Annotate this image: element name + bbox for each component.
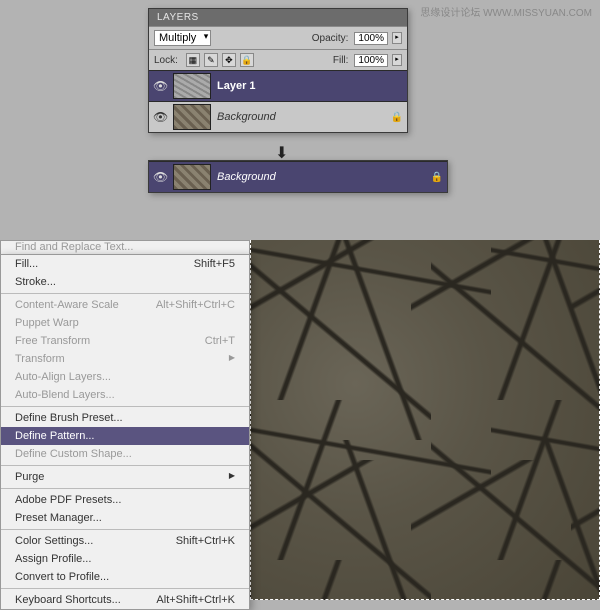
menu-item-label: Adobe PDF Presets... <box>15 494 121 506</box>
menu-item-label: Keyboard Shortcuts... <box>15 594 121 606</box>
lock-indicator-icon: 🔒 <box>391 112 403 123</box>
visibility-icon[interactable]: 👁 <box>153 110 167 124</box>
blend-mode-select[interactable]: Multiply <box>154 30 211 46</box>
menu-item-label: Define Brush Preset... <box>15 412 123 424</box>
visibility-icon[interactable]: 👁 <box>153 170 167 184</box>
menu-item-shortcut: Shift+Ctrl+K <box>176 535 235 547</box>
menu-item-label: Define Pattern... <box>15 430 95 442</box>
fill-value[interactable]: 100% <box>354 54 388 67</box>
menu-separator <box>1 293 249 294</box>
menu-item-color-settings[interactable]: Color Settings... Shift+Ctrl+K <box>1 532 249 550</box>
menu-item-define-custom-shape: Define Custom Shape... <box>1 445 249 463</box>
layer-name[interactable]: Background <box>217 171 276 183</box>
lock-transparent-icon[interactable]: ▦ <box>186 53 200 67</box>
menu-item-preset-manager[interactable]: Preset Manager... <box>1 509 249 527</box>
blend-mode-row: Multiply Opacity: 100% ▸ <box>149 26 407 49</box>
texture-preview <box>250 240 600 600</box>
menu-item-label: Define Custom Shape... <box>15 448 132 460</box>
menu-item-shortcut: Alt+Shift+Ctrl+K <box>156 594 235 606</box>
menu-item-define-brush-preset[interactable]: Define Brush Preset... <box>1 409 249 427</box>
menu-item-transform: Transform ▶ <box>1 350 249 368</box>
opacity-label: Opacity: <box>312 33 349 44</box>
menu-item-label: Fill... <box>15 258 38 270</box>
menu-item-label: Free Transform <box>15 335 90 347</box>
menu-item-label: Auto-Align Layers... <box>15 371 111 383</box>
lock-all-icon[interactable]: 🔒 <box>240 53 254 67</box>
menu-item-label: Purge <box>15 471 44 483</box>
menu-item-puppet-warp: Puppet Warp <box>1 314 249 332</box>
menu-item-label: Stroke... <box>15 276 56 288</box>
lock-row: Lock: ▦ ✎ ✥ 🔒 Fill: 100% ▸ <box>149 49 407 70</box>
menu-separator <box>1 529 249 530</box>
lock-indicator-icon: 🔒 <box>431 172 443 183</box>
menu-separator <box>1 588 249 589</box>
fill-label: Fill: <box>333 55 349 66</box>
menu-item-free-transform: Free Transform Ctrl+T <box>1 332 249 350</box>
menu-item-label: Convert to Profile... <box>15 571 109 583</box>
menu-item-stroke[interactable]: Stroke... <box>1 273 249 291</box>
opacity-value[interactable]: 100% <box>354 32 388 45</box>
layer-row-background[interactable]: 👁 Background 🔒 <box>149 101 407 132</box>
menu-item-adobe-pdf-presets[interactable]: Adobe PDF Presets... <box>1 491 249 509</box>
menu-separator <box>1 406 249 407</box>
layers-tab[interactable]: LAYERS <box>149 9 207 26</box>
layer-row-merged-background[interactable]: 👁 Background 🔒 <box>149 161 447 192</box>
menu-separator <box>1 465 249 466</box>
submenu-arrow-icon: ▶ <box>229 471 235 483</box>
menu-item-keyboard-shortcuts[interactable]: Keyboard Shortcuts... Alt+Shift+Ctrl+K <box>1 591 249 609</box>
menu-item-label: Auto-Blend Layers... <box>15 389 115 401</box>
layer-row-layer1[interactable]: 👁 Layer 1 <box>149 70 407 101</box>
menu-item-shortcut: Shift+F5 <box>194 258 235 270</box>
watermark-text: 思缘设计论坛 WWW.MISSYUAN.COM <box>420 4 592 19</box>
menu-item-auto-blend-layers: Auto-Blend Layers... <box>1 386 249 404</box>
menu-item-label: Content-Aware Scale <box>15 299 119 311</box>
menu-item-shortcut: Ctrl+T <box>205 335 235 347</box>
menu-item-label: Transform <box>15 353 65 365</box>
fill-slider-icon[interactable]: ▸ <box>392 54 402 66</box>
opacity-slider-icon[interactable]: ▸ <box>392 32 402 44</box>
layer-name[interactable]: Layer 1 <box>217 80 256 92</box>
menu-item-auto-align-layers: Auto-Align Layers... <box>1 368 249 386</box>
menu-item-label: Preset Manager... <box>15 512 102 524</box>
lock-position-icon[interactable]: ✥ <box>222 53 236 67</box>
menu-item-assign-profile[interactable]: Assign Profile... <box>1 550 249 568</box>
menu-item-label: Puppet Warp <box>15 317 79 329</box>
lock-pixels-icon[interactable]: ✎ <box>204 53 218 67</box>
lock-label: Lock: <box>154 55 178 66</box>
layer-name[interactable]: Background <box>217 111 276 123</box>
merged-layers-panel: 👁 Background 🔒 <box>148 160 448 193</box>
submenu-arrow-icon: ▶ <box>229 353 235 365</box>
menu-item-label: Assign Profile... <box>15 553 91 565</box>
menu-item-truncated: Find and Replace Text... <box>0 240 250 254</box>
menu-item-define-pattern[interactable]: Define Pattern... <box>1 427 249 445</box>
menu-item-content-aware-scale: Content-Aware Scale Alt+Shift+Ctrl+C <box>1 296 249 314</box>
visibility-icon[interactable]: 👁 <box>153 79 167 93</box>
menu-item-label: Color Settings... <box>15 535 93 547</box>
menu-item-shortcut: Alt+Shift+Ctrl+C <box>156 299 235 311</box>
layers-panel: LAYERS Multiply Opacity: 100% ▸ Lock: ▦ … <box>148 8 408 133</box>
layer-thumbnail[interactable] <box>173 73 211 99</box>
layer-thumbnail[interactable] <box>173 104 211 130</box>
menu-item-convert-to-profile[interactable]: Convert to Profile... <box>1 568 249 586</box>
edit-menu: Fill... Shift+F5 Stroke... Content-Aware Sc… <box>0 254 250 610</box>
lock-icons-group: ▦ ✎ ✥ 🔒 <box>186 53 254 67</box>
layer-thumbnail[interactable] <box>173 164 211 190</box>
menu-item-fill[interactable]: Fill... Shift+F5 <box>1 255 249 273</box>
menu-separator <box>1 488 249 489</box>
menu-item-purge[interactable]: Purge ▶ <box>1 468 249 486</box>
